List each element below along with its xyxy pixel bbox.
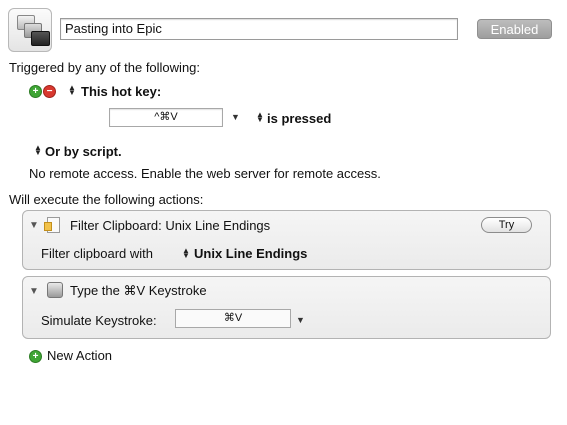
filter-type-value: Unix Line Endings xyxy=(194,246,308,261)
action-title: Filter Clipboard: Unix Line Endings xyxy=(70,218,271,233)
macro-name-field[interactable]: Pasting into Epic xyxy=(60,18,458,40)
filter-type-popup[interactable]: ▲ ▼ xyxy=(182,246,190,260)
script-option-label: Or by script. xyxy=(45,144,122,159)
keyboard-key-icon xyxy=(47,282,63,298)
stepper-arrows-icon: ▲ ▼ xyxy=(256,110,264,124)
script-option-popup[interactable]: ▲ ▼ xyxy=(34,143,42,157)
new-action-button[interactable]: New Action xyxy=(47,348,112,364)
keystroke-field[interactable]: ⌘V xyxy=(175,309,291,328)
remote-access-note: No remote access. Enable the web server … xyxy=(29,166,381,181)
remove-trigger-button[interactable]: − xyxy=(43,85,56,98)
disclosure-triangle-icon[interactable]: ▼ xyxy=(29,286,39,297)
disclosure-triangle-icon[interactable]: ▼ xyxy=(29,220,39,231)
keystroke-param-label: Simulate Keystroke: xyxy=(41,313,157,328)
stepper-arrows-icon: ▲ ▼ xyxy=(34,143,42,157)
hotkey-field[interactable]: ^⌘V xyxy=(109,108,223,127)
hotkey-type-label: This hot key: xyxy=(81,84,162,99)
hotkey-type-popup[interactable]: ▲ ▼ xyxy=(68,83,76,97)
hotkey-condition-popup[interactable]: ▲ ▼ xyxy=(256,110,264,124)
add-trigger-button[interactable]: + xyxy=(29,85,42,98)
filter-param-label: Filter clipboard with xyxy=(41,246,153,261)
actions-heading: Will execute the following actions: xyxy=(9,192,204,207)
action-title: Type the ⌘V Keystroke xyxy=(70,283,207,298)
window-icon xyxy=(31,31,50,46)
hotkey-condition-label: is pressed xyxy=(267,111,332,126)
enabled-button[interactable]: Enabled xyxy=(477,19,552,39)
try-button[interactable]: Try xyxy=(481,217,532,233)
keystroke-menu-arrow-icon[interactable]: ▼ xyxy=(296,315,305,325)
new-action-plus-icon[interactable]: + xyxy=(29,350,42,363)
stepper-arrows-icon: ▲ ▼ xyxy=(182,246,190,260)
hotkey-menu-arrow-icon[interactable]: ▼ xyxy=(231,112,240,122)
macro-icon[interactable] xyxy=(8,8,52,52)
stepper-arrows-icon: ▲ ▼ xyxy=(68,83,76,97)
filter-clipboard-icon xyxy=(44,217,60,233)
triggers-heading: Triggered by any of the following: xyxy=(9,60,201,75)
